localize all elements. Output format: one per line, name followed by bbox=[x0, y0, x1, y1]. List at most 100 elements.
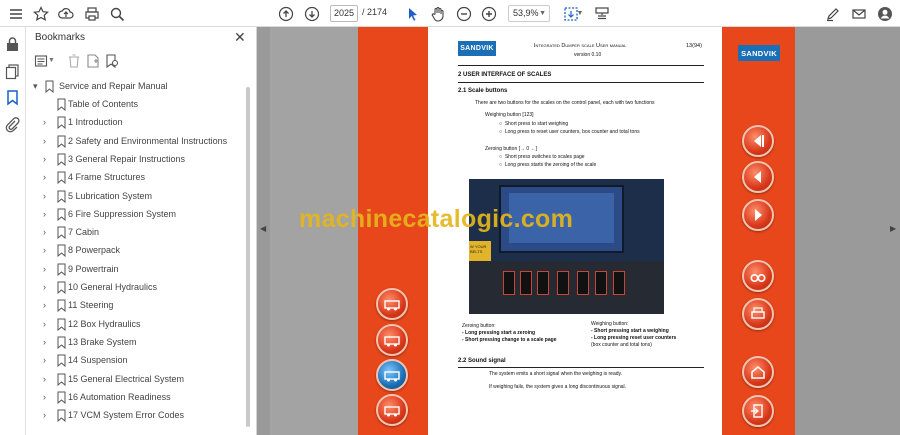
chevron-right-icon[interactable]: › bbox=[43, 209, 53, 219]
chevron-right-icon[interactable]: › bbox=[43, 374, 53, 384]
zoom-select[interactable]: 53,9% ▼ bbox=[508, 5, 550, 22]
zoom-in-icon[interactable] bbox=[479, 4, 498, 23]
print-button[interactable] bbox=[742, 298, 774, 330]
page-number-input[interactable]: 2025 bbox=[330, 5, 358, 22]
print-icon[interactable] bbox=[82, 4, 101, 23]
doc-sandvik-logo: SANDVIK bbox=[458, 41, 496, 56]
chevron-right-icon[interactable]: › bbox=[43, 300, 53, 310]
bookmark-item[interactable]: › 8 Powerpack bbox=[26, 242, 248, 260]
bookmark-item[interactable]: › 10 General Hydraulics bbox=[26, 279, 248, 297]
bookmark-icon bbox=[57, 244, 66, 258]
chevron-right-icon[interactable]: › bbox=[43, 191, 53, 201]
home-icon bbox=[751, 366, 765, 379]
bookmark-item[interactable]: › 11 Steering bbox=[26, 297, 248, 315]
bookmark-item-label: 4 Frame Structures bbox=[68, 172, 146, 183]
zoom-search-icon[interactable] bbox=[107, 4, 126, 23]
exit-button[interactable] bbox=[742, 395, 774, 427]
star-icon[interactable] bbox=[31, 4, 50, 23]
section-heading: 2 USER INTERFACE OF SCALES bbox=[458, 72, 552, 78]
chevron-right-icon[interactable]: › bbox=[43, 117, 53, 127]
zoom-value: 53,9% bbox=[513, 8, 539, 18]
subsection-heading-2: 2.2 Sound signal bbox=[458, 358, 506, 364]
bookmark-item[interactable]: › 15 General Electrical System bbox=[26, 371, 248, 389]
home-button[interactable] bbox=[742, 356, 774, 388]
bookmark-item[interactable]: › 14 Suspension bbox=[26, 352, 248, 370]
bookmark-item[interactable]: › 13 Brake System bbox=[26, 334, 248, 352]
bookmarks-scrollbar[interactable] bbox=[246, 87, 250, 427]
next-page-icon[interactable] bbox=[302, 4, 321, 23]
hand-tool-icon[interactable] bbox=[428, 4, 447, 23]
fit-dropdown-icon[interactable]: ▼ bbox=[576, 4, 584, 23]
next-button[interactable] bbox=[742, 199, 774, 231]
chevron-right-icon[interactable]: › bbox=[43, 355, 53, 365]
chevron-right-icon[interactable]: › bbox=[43, 282, 53, 292]
photo-switch bbox=[595, 271, 607, 295]
scale-nav-button-2[interactable] bbox=[376, 324, 408, 356]
chevron-right-icon[interactable]: › bbox=[43, 410, 53, 420]
zoom-out-icon[interactable] bbox=[454, 4, 473, 23]
weighing-long-text: ○ Long press to reset user counters, box… bbox=[499, 129, 640, 135]
previous-button[interactable] bbox=[742, 161, 774, 193]
delete-bookmark-icon[interactable] bbox=[66, 53, 82, 69]
scale-nav-button-4[interactable] bbox=[376, 394, 408, 426]
photo-sticker-text: W YOUR BELTS bbox=[470, 244, 487, 254]
chevron-right-icon[interactable]: › bbox=[43, 319, 53, 329]
sign-pen-icon[interactable] bbox=[823, 4, 842, 23]
zeroing-short-text: ○ Short press switches to scales page bbox=[499, 154, 585, 160]
close-icon[interactable]: ✕ bbox=[234, 29, 246, 46]
chevron-right-icon[interactable]: › bbox=[43, 264, 53, 274]
chevron-right-icon[interactable]: › bbox=[43, 245, 53, 255]
attachment-icon[interactable] bbox=[4, 116, 21, 133]
bookmark-item[interactable]: › 16 Automation Readiness bbox=[26, 389, 248, 407]
bookmark-item[interactable]: › 1 Introduction bbox=[26, 114, 248, 132]
bookmark-item-label: 5 Lubrication System bbox=[68, 190, 153, 201]
bookmark-icon bbox=[57, 281, 66, 294]
bookmark-item[interactable]: › 9 Powertrain bbox=[26, 261, 248, 279]
menu-icon[interactable] bbox=[6, 4, 25, 23]
bookmark-icon bbox=[57, 171, 66, 185]
bookmark-item[interactable]: › 12 Box Hydraulics bbox=[26, 316, 248, 334]
caption-weigh-2: - Long pressing reset user counters bbox=[591, 335, 677, 341]
select-cursor-icon[interactable] bbox=[403, 4, 422, 23]
previous-page-icon[interactable] bbox=[276, 4, 295, 23]
chevron-down-icon[interactable]: ▾ bbox=[33, 81, 43, 92]
search-button[interactable] bbox=[742, 260, 774, 292]
bookmark-item[interactable]: Table of Contents bbox=[26, 96, 248, 114]
bookmark-panel-icon[interactable] bbox=[4, 89, 21, 106]
scale-nav-button-1[interactable] bbox=[376, 288, 408, 320]
bookmarks-panel: Bookmarks ✕ ▼ ▾ Service and Repair Manua… bbox=[26, 27, 257, 435]
bookmark-item[interactable]: › 17 VCM System Error Codes bbox=[26, 407, 248, 425]
collapse-right-icon[interactable]: ▶ bbox=[890, 224, 896, 233]
bookmark-icon bbox=[57, 318, 66, 331]
lock-icon[interactable] bbox=[4, 36, 21, 53]
email-icon[interactable] bbox=[849, 4, 868, 23]
chevron-right-icon[interactable]: › bbox=[43, 392, 53, 402]
chevron-right-icon[interactable]: › bbox=[43, 154, 53, 164]
account-icon[interactable] bbox=[875, 4, 894, 23]
bookmark-item[interactable]: › 2 Safety and Environmental Instructions bbox=[26, 133, 248, 151]
read-mode-icon[interactable] bbox=[592, 4, 611, 23]
bookmark-icon bbox=[57, 391, 66, 404]
bookmark-icon bbox=[57, 299, 66, 313]
chevron-right-icon[interactable]: › bbox=[43, 337, 53, 347]
pages-thumbnails-icon[interactable] bbox=[4, 63, 21, 80]
cloud-upload-icon[interactable] bbox=[56, 4, 75, 23]
bookmark-root[interactable]: ▾ Service and Repair Manual bbox=[26, 78, 248, 96]
bookmark-item[interactable]: › 4 Frame Structures bbox=[26, 169, 248, 187]
top-toolbar: 2025 / 2174 53,9% ▼ ▼ bbox=[0, 0, 900, 27]
bookmark-item-label: 12 Box Hydraulics bbox=[68, 318, 141, 329]
bookmark-item[interactable]: › 6 Fire Suppression System bbox=[26, 206, 248, 224]
bookmark-item[interactable]: › 5 Lubrication System bbox=[26, 188, 248, 206]
first-page-button[interactable] bbox=[742, 125, 774, 157]
bookmark-item[interactable]: › 3 General Repair Instructions bbox=[26, 151, 248, 169]
chevron-right-icon[interactable]: › bbox=[43, 136, 53, 146]
chevron-right-icon[interactable]: › bbox=[43, 227, 53, 237]
bookmark-item[interactable]: › 7 Cabin bbox=[26, 224, 248, 242]
caption-zero-title: Zeroing button: bbox=[462, 323, 496, 329]
collapse-left-icon[interactable]: ◀ bbox=[260, 224, 266, 233]
options-dropdown-icon[interactable]: ▼ bbox=[48, 57, 64, 73]
new-bookmark-icon[interactable] bbox=[85, 53, 101, 69]
scale-nav-button-3[interactable] bbox=[376, 359, 408, 391]
bookmark-search-icon[interactable] bbox=[104, 53, 120, 69]
chevron-right-icon[interactable]: › bbox=[43, 172, 53, 182]
